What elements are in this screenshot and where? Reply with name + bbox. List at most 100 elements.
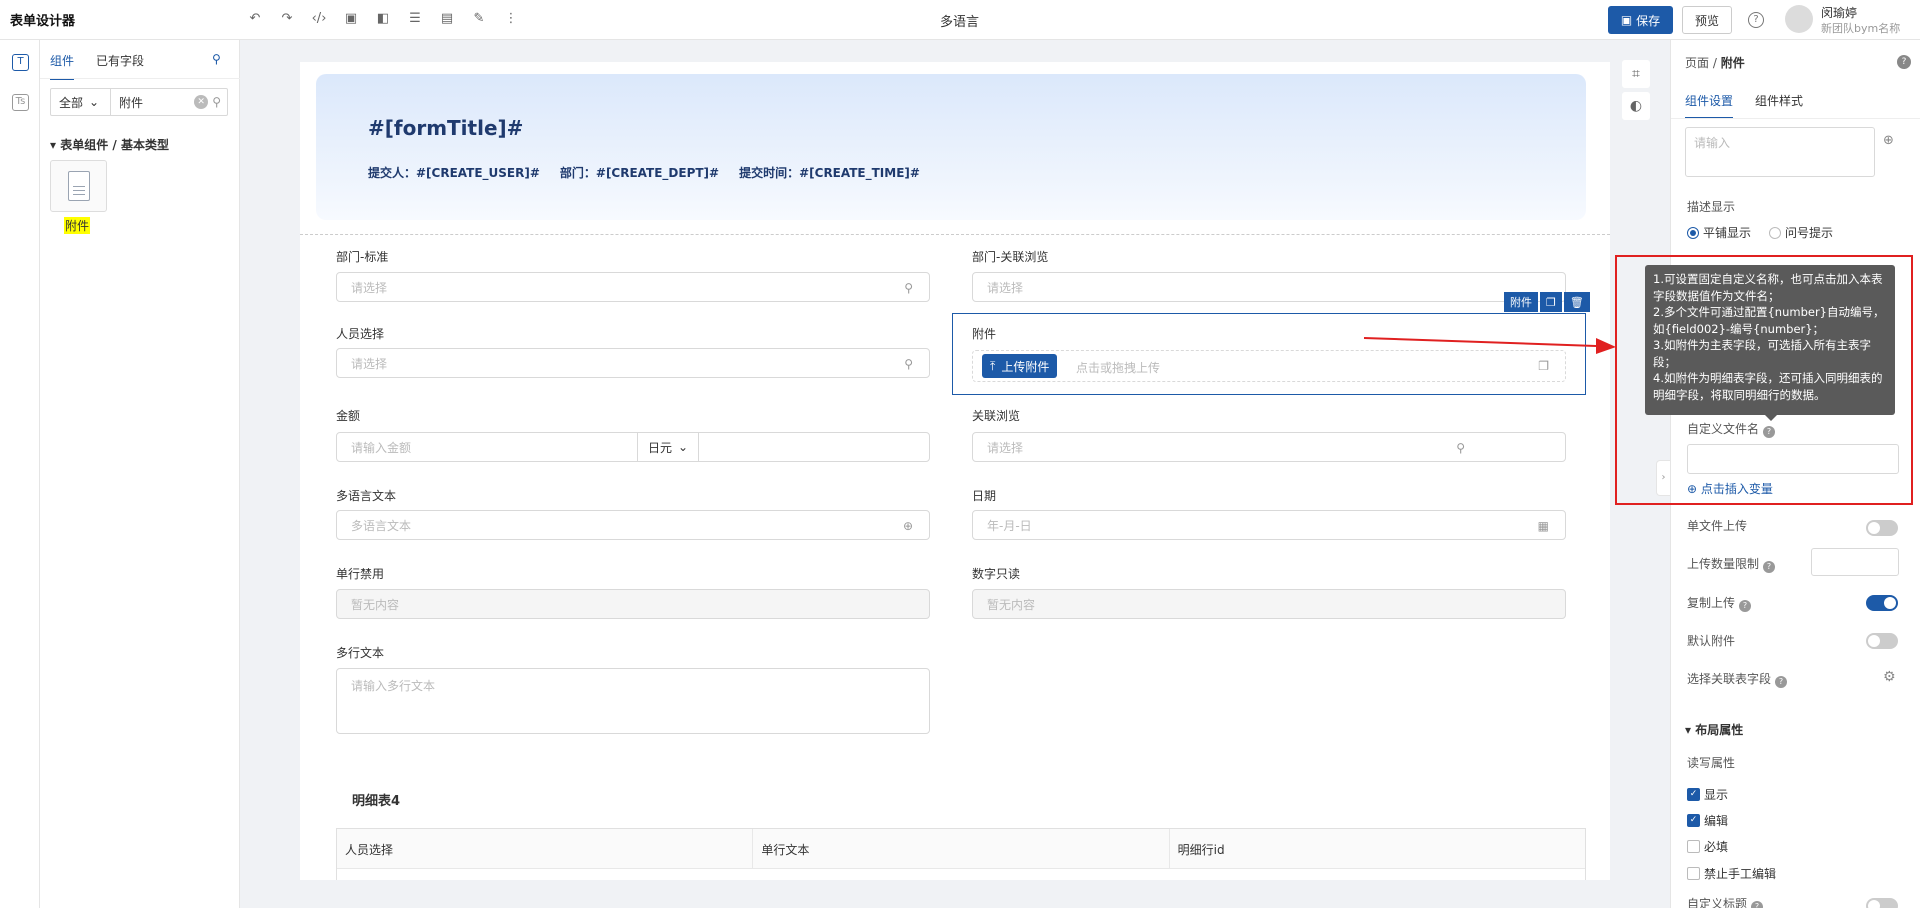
layout-section-header[interactable]: ▾ 布局属性 [1685,721,1743,738]
upload-limit-label: 上传数量限制? [1687,555,1776,573]
detail-column-header[interactable]: 明细行id [1170,829,1585,868]
globe-icon[interactable]: ⊕ [1883,133,1894,148]
dept-link-field[interactable]: 请选择 [972,272,1566,302]
detail-table[interactable]: 人员选择 单行文本 明细行id [336,828,1586,880]
divider [40,78,240,79]
tab-component-settings[interactable]: 组件设置 [1685,92,1734,119]
field-label-number-readonly: 数字只读 [972,567,1021,581]
form-header[interactable]: #[formTitle]# 提交人：#[CREATE_USER]# 部门：#[C… [316,74,1586,220]
template-rail-icon[interactable]: Ts [12,94,29,111]
component-tabs: 组件 已有字段 [50,52,144,80]
image-icon[interactable]: ▣ [342,10,360,28]
question-icon[interactable]: ? [1763,561,1776,573]
currency-select[interactable]: 日元 ⌄ [637,433,699,461]
breadcrumb-parent[interactable]: 页面 / [1685,56,1717,70]
default-attachment-toggle[interactable] [1866,633,1898,649]
more-icon[interactable]: ⋮ [502,10,520,28]
language-title[interactable]: 多语言 [940,11,979,30]
search-icon: ⚲ [904,281,913,295]
copy-upload-label: 复制上传? [1687,594,1752,612]
custom-title-toggle[interactable] [1866,898,1898,908]
pin-icon[interactable]: ⚲ [212,52,221,66]
amount-field[interactable]: 请输入金额 日元 ⌄ [336,432,930,462]
field-label-person: 人员选择 [336,327,385,341]
component-group-title[interactable]: ▾ 表单组件 / 基本类型 [50,136,169,153]
search-icon[interactable]: ⚲ [212,95,221,109]
palette-icon[interactable]: ◐ [1622,92,1650,120]
search-icon: ⚲ [904,357,913,371]
checkbox-checked-icon: ✓ [1687,788,1700,801]
tab-components[interactable]: 组件 [50,52,75,80]
tab-component-style[interactable]: 组件样式 [1755,92,1803,119]
save-icon: ▣ [1620,13,1633,27]
radio-off-icon [1769,227,1782,239]
single-upload-toggle[interactable] [1866,520,1898,536]
multiline-field[interactable]: 请输入多行文本 [336,668,930,734]
chart-icon[interactable]: ▤ [438,10,456,28]
single-upload-label: 单文件上传 [1687,519,1748,533]
person-field[interactable]: 请选择 ⚲ [336,348,930,378]
date-field[interactable]: 年-月-日 ▦ [972,510,1566,540]
attachment-component-card[interactable] [50,160,107,212]
chevron-down-icon: ⌄ [89,95,100,109]
meta-submitter: 提交人：#[CREATE_USER]# [368,166,540,180]
globe-icon: ⊕ [902,519,913,533]
copy-icon[interactable]: ❐ [1540,292,1562,312]
clipboard-icon: ❐ [1538,359,1549,373]
upload-limit-input[interactable] [1811,548,1899,576]
preview-button[interactable]: 预览 [1682,6,1732,34]
panel-help-icon[interactable]: ? [1897,55,1911,69]
divider [1671,118,1920,119]
question-icon[interactable]: ? [1751,901,1764,908]
link-browse-field[interactable]: 请选择 ⚲ [972,432,1566,462]
custom-title-label: 自定义标题? [1687,895,1764,908]
check-edit[interactable]: ✓ 编辑 [1687,812,1728,829]
help-icon[interactable]: ? [1748,12,1764,28]
code-icon[interactable]: ‹/› [310,10,328,28]
checkbox-icon [1687,840,1700,853]
ml-text-field[interactable]: 多语言文本 ⊕ [336,510,930,540]
structure-icon[interactable]: ⌗ [1622,60,1650,88]
category-select[interactable]: 全部 ⌄ [51,89,111,115]
upload-attachment-button[interactable]: ⤒ 上传附件 [982,354,1058,378]
layout-icon[interactable]: ◧ [374,10,392,28]
search-input[interactable]: 附件 [111,94,194,111]
clear-icon[interactable]: ✕ [194,95,209,109]
annotation-arrow-icon [1363,337,1616,354]
radio-question[interactable]: 问号提示 [1769,224,1833,241]
detail-column-header[interactable]: 人员选择 [337,829,754,868]
single-disabled-field: 暂无内容 [336,589,930,619]
storage-icon[interactable]: ☰ [406,10,424,28]
group-title-text: 表单组件 / 基本类型 [60,138,169,152]
delete-icon[interactable]: 🗑 [1563,292,1590,312]
copy-upload-toggle[interactable] [1866,595,1898,611]
avatar[interactable] [1785,5,1813,33]
field-label-attachment: 附件 [972,327,997,341]
radio-tiled[interactable]: 平铺显示 [1687,224,1751,241]
components-rail-icon[interactable]: T [12,54,29,71]
gear-icon[interactable]: ⚙ [1883,669,1896,685]
check-no-manual-edit[interactable]: 禁止手工编辑 [1687,865,1776,882]
category-value: 全部 [59,95,84,110]
check-required[interactable]: 必填 [1687,838,1728,855]
check-show[interactable]: ✓ 显示 [1687,786,1728,803]
description-input[interactable]: 请输入 [1685,127,1875,177]
save-button[interactable]: ▣ 保存 [1608,6,1673,34]
field-label-dept-std: 部门-标准 [336,250,389,264]
dept-std-field[interactable]: 请选择 ⚲ [336,272,930,302]
detail-column-header[interactable]: 单行文本 [753,829,1170,868]
undo-icon[interactable]: ↶ [246,10,264,28]
question-icon[interactable]: ? [1775,676,1788,688]
form-canvas: #[formTitle]# 提交人：#[CREATE_USER]# 部门：#[C… [300,62,1610,880]
radio-label: 平铺显示 [1703,226,1752,240]
copy-upload-text: 复制上传 [1687,596,1736,610]
select-related-label: 选择关联表字段? [1687,670,1788,688]
rw-label: 读写属性 [1687,756,1736,770]
edit-doc-icon[interactable]: ✎ [470,10,488,28]
question-icon[interactable]: ? [1739,600,1752,612]
search-icon: ⚲ [1456,441,1465,455]
default-attachment-label: 默认附件 [1687,634,1736,648]
selected-field-tag[interactable]: 附件 [1504,292,1538,312]
redo-icon[interactable]: ↷ [278,10,296,28]
tab-existing-fields[interactable]: 已有字段 [96,52,144,80]
